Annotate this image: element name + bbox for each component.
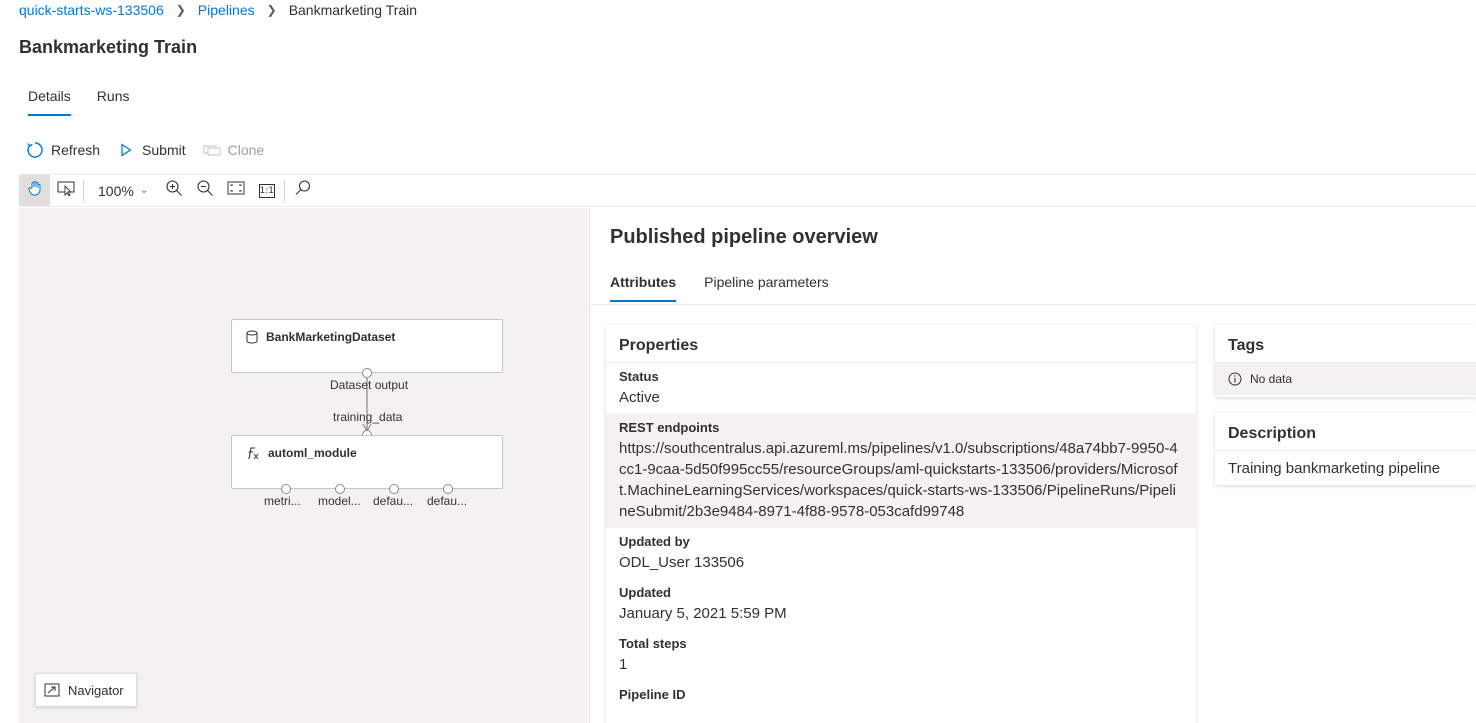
search-icon: [294, 179, 312, 202]
description-card: Description Training bankmarketing pipel…: [1215, 413, 1476, 485]
module-node-title: automl_module: [246, 446, 357, 460]
hand-icon: [27, 180, 43, 201]
dataset-node-title: BankMarketingDataset: [246, 330, 395, 344]
output-label-metrics: metri...: [264, 494, 301, 508]
database-icon: [246, 330, 258, 344]
info-icon: [1228, 372, 1242, 386]
output-port-model[interactable]: [335, 484, 345, 494]
property-label: Updated: [619, 585, 671, 600]
property-pipeline-id: Pipeline ID: [606, 681, 1196, 709]
automl-module-node[interactable]: automl_module: [231, 435, 503, 489]
output-port-default-1[interactable]: [389, 484, 399, 494]
training-data-label: training_data: [333, 410, 403, 424]
tab-runs[interactable]: Runs: [97, 88, 130, 116]
output-port-metrics[interactable]: [281, 484, 291, 494]
zoom-out-button[interactable]: [189, 175, 220, 206]
output-label-default-1: defau...: [373, 494, 414, 508]
description-header: Description: [1215, 413, 1476, 451]
dataset-output-label: Dataset output: [330, 378, 409, 392]
property-label: Updated by: [619, 534, 690, 549]
module-function-icon: [246, 446, 260, 460]
module-node-label: automl_module: [268, 446, 357, 460]
select-screen-icon: [57, 180, 75, 201]
breadcrumb-current: Bankmarketing Train: [288, 2, 418, 18]
chevron-right-icon: ❯: [175, 3, 186, 17]
description-text: Training bankmarketing pipeline: [1228, 460, 1441, 477]
properties-card: Properties Status Active REST endpoints …: [606, 325, 1196, 723]
property-label: REST endpoints: [619, 420, 720, 435]
submit-label: Submit: [142, 142, 186, 158]
property-total-steps: Total steps 1: [606, 630, 1196, 681]
output-port-default-2[interactable]: [443, 484, 453, 494]
tags-header: Tags: [1215, 325, 1476, 363]
command-bar: Refresh Submit Clone: [25, 140, 280, 160]
play-icon: [116, 140, 136, 160]
refresh-button[interactable]: Refresh: [25, 140, 100, 160]
dataset-node[interactable]: BankMarketingDataset: [231, 319, 503, 373]
navigator-button[interactable]: Navigator: [35, 673, 137, 707]
chevron-right-icon: ❯: [266, 3, 277, 17]
navigator-icon: [44, 683, 60, 697]
tab-details[interactable]: Details: [28, 88, 71, 116]
property-value: ODL_User 133506: [619, 554, 745, 571]
overview-tabs: Attributes Pipeline parameters: [610, 274, 857, 302]
tab-attributes[interactable]: Attributes: [610, 274, 677, 302]
dataset-node-label: BankMarketingDataset: [266, 330, 396, 344]
breadcrumb: quick-starts-ws-133506 ❯ Pipelines ❯ Ban…: [19, 0, 417, 20]
clone-icon: [202, 140, 222, 160]
property-label: Status: [619, 369, 659, 384]
select-tool-button[interactable]: [50, 175, 81, 206]
tags-empty-label: No data: [1250, 372, 1293, 386]
rest-endpoint-url[interactable]: https://southcentralus.api.azureml.ms/pi…: [619, 438, 1183, 522]
navigator-label: Navigator: [68, 682, 124, 698]
overview-divider: [590, 304, 1476, 305]
zoom-dropdown[interactable]: 100% ⌄: [98, 183, 148, 199]
breadcrumb-workspace-link[interactable]: quick-starts-ws-133506: [19, 2, 164, 18]
property-rest-endpoints: REST endpoints https://southcentralus.ap…: [606, 414, 1196, 528]
overview-panel: Published pipeline overview Attributes P…: [589, 208, 1476, 723]
refresh-icon: [25, 140, 45, 160]
tags-empty: No data: [1215, 363, 1476, 395]
fit-to-screen-button[interactable]: [220, 175, 251, 206]
fit-screen-icon: [227, 180, 245, 201]
property-label: Total steps: [619, 636, 687, 651]
overview-title: Published pipeline overview: [610, 226, 878, 248]
clone-button[interactable]: Clone: [202, 140, 265, 160]
clone-label: Clone: [227, 142, 265, 158]
refresh-label: Refresh: [51, 142, 101, 158]
pan-tool-button[interactable]: [19, 175, 50, 206]
dataset-output-port[interactable]: [362, 368, 372, 378]
output-label-default-2: defau...: [427, 494, 468, 508]
zoom-level: 100%: [98, 182, 134, 199]
property-updated-by: Updated by ODL_User 133506: [606, 528, 1196, 579]
property-status: Status Active: [606, 363, 1196, 414]
actual-size-icon: 1:1: [258, 183, 275, 198]
property-value: 1: [619, 656, 628, 673]
actual-size-button[interactable]: 1:1: [251, 175, 282, 206]
tags-card: Tags No data: [1215, 325, 1476, 397]
chevron-down-icon: ⌄: [139, 185, 149, 196]
page-title: Bankmarketing Train: [19, 37, 198, 57]
breadcrumb-pipelines-link[interactable]: Pipelines: [198, 2, 255, 18]
output-label-model: model...: [318, 494, 361, 508]
zoom-out-icon: [196, 179, 214, 202]
property-label: Pipeline ID: [619, 687, 686, 702]
toolbar-divider: [284, 179, 286, 202]
canvas-toolbar: 100% ⌄ 1:1: [19, 174, 1476, 207]
properties-header: Properties: [606, 325, 1196, 363]
submit-button[interactable]: Submit: [116, 140, 186, 160]
toolbar-divider: [83, 179, 84, 202]
zoom-in-icon: [165, 179, 183, 202]
zoom-in-button[interactable]: [158, 175, 189, 206]
property-updated: Updated January 5, 2021 5:59 PM: [606, 579, 1196, 630]
tab-pipeline-parameters[interactable]: Pipeline parameters: [704, 274, 829, 302]
pipeline-canvas[interactable]: BankMarketingDataset Dataset output trai…: [19, 208, 588, 723]
search-button[interactable]: [287, 175, 318, 206]
property-value: Active: [619, 389, 660, 406]
page-tabs: Details Runs: [28, 88, 155, 116]
property-value: January 5, 2021 5:59 PM: [619, 605, 787, 622]
